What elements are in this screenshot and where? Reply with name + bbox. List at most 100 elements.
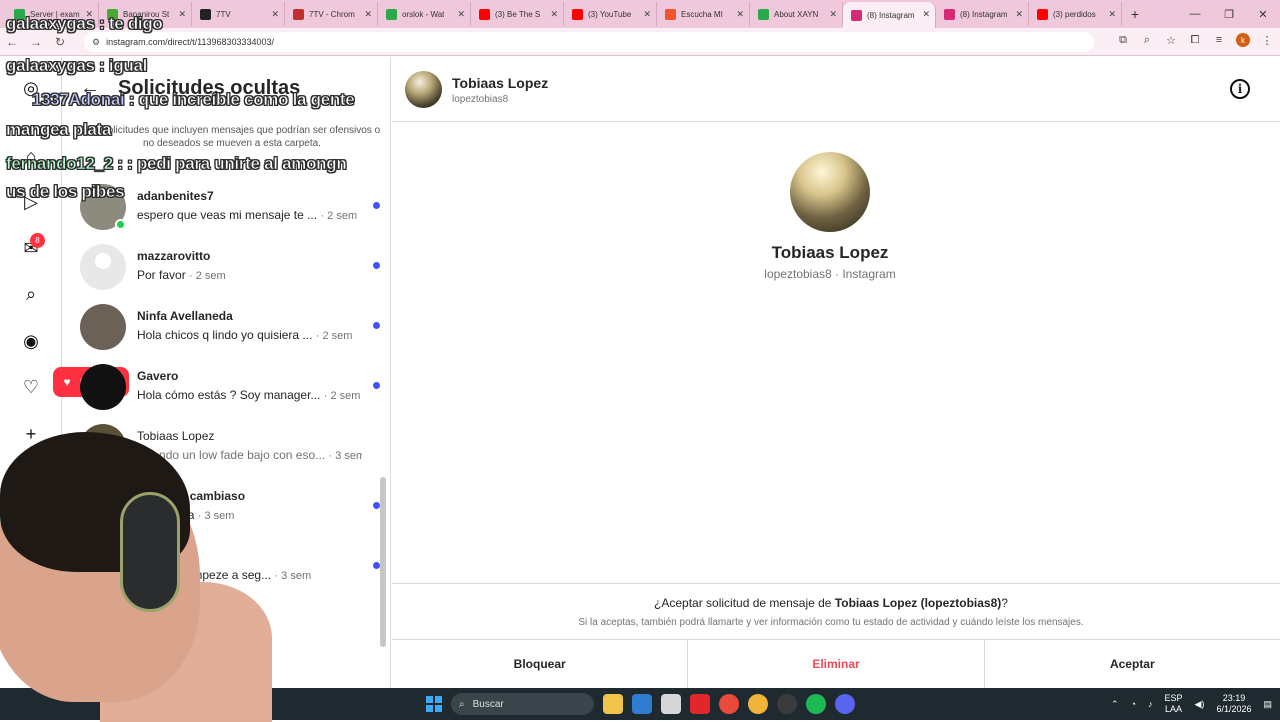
tab-close-icon[interactable]: ✕ (178, 9, 186, 20)
taskbar-apps (603, 694, 855, 714)
tab-close-icon[interactable]: ✕ (829, 9, 837, 20)
taskbar-search[interactable]: ⌕ Buscar (451, 693, 594, 715)
spotify-icon[interactable] (806, 694, 826, 714)
tray-mic-icon[interactable]: ♪ (1148, 699, 1153, 709)
wps-icon[interactable] (690, 694, 710, 714)
request-question-post: ? (1001, 596, 1008, 610)
accept-button[interactable]: Aceptar (983, 640, 1280, 688)
thread-snippet-text: espero que veas mi mensaje te ... (137, 208, 318, 222)
clock-date: 6/1/2026 (1216, 704, 1252, 714)
reload-icon[interactable]: ↻ (48, 35, 72, 49)
unread-dot (373, 562, 380, 569)
tab-close-icon[interactable]: ✕ (1108, 9, 1116, 20)
tab-title: 7TV - Chrom (309, 9, 355, 19)
browser-tab[interactable]: 7TV ✕ (192, 2, 285, 26)
browser-tab[interactable]: (8) Instagram ✕ (843, 2, 936, 28)
browser-tab[interactable]: About XAYN ✕ (750, 2, 843, 26)
browser-tab[interactable]: 7TV - Chrom ✕ (285, 2, 378, 26)
browser-tab[interactable]: orslok - Wat ✕ (378, 2, 471, 26)
thread-meta: Gavero Hola cómo estás ? Soy manager... ·… (137, 368, 362, 406)
scrollbar[interactable] (380, 477, 386, 647)
url-input[interactable]: ⚙ instagram.com/direct/t/113968303334003… (84, 32, 1094, 52)
install-app-icon[interactable]: ⧉ (1116, 34, 1130, 47)
chrome-profile-icon[interactable] (748, 694, 768, 714)
thread-row[interactable]: Gavero Hola cómo estás ? Soy manager... ·… (80, 357, 380, 417)
header-username: lopeztobias8 (452, 94, 509, 105)
thread-name: Ninfa Avellaneda (137, 309, 233, 323)
thread-row[interactable]: adanbenites7 espero que veas mi mensaje t… (80, 177, 380, 237)
tab-close-icon[interactable]: ✕ (457, 9, 465, 20)
tab-favicon-icon (479, 8, 490, 20)
tab-favicon-icon (1037, 8, 1048, 20)
minimize-icon[interactable]: — (1178, 8, 1212, 20)
thread-meta: mazzarovitto Por favor · 2 sem (137, 248, 362, 286)
delete-button[interactable]: Eliminar (687, 640, 983, 688)
maximize-icon[interactable]: ❐ (1212, 8, 1246, 21)
thread-snippet: espero que veas mi mensaje te ... · 2 se… (137, 205, 362, 226)
notifications-heart-icon[interactable]: ♡ (20, 376, 42, 398)
store-icon[interactable] (632, 694, 652, 714)
headphones (120, 492, 180, 612)
thread-avatar (80, 244, 126, 290)
explore-icon[interactable]: ◉ (20, 330, 42, 352)
search-icon[interactable]: ⌕ (20, 283, 42, 305)
tab-favicon-icon (665, 8, 676, 20)
file-explorer-icon[interactable] (603, 694, 623, 714)
tab-favicon-icon (200, 8, 211, 20)
browser-tab[interactable]: Escucha MI ✕ (657, 2, 750, 26)
profile-avatar-large[interactable] (790, 152, 870, 232)
tray-wifi-icon[interactable]: ◔ (1131, 699, 1136, 709)
new-tab-button[interactable]: + (1122, 6, 1148, 22)
thread-time: · 3 sem (328, 450, 362, 462)
clock[interactable]: 23:19 6/1/2026 (1216, 693, 1251, 715)
header-name[interactable]: Tobiaas Lopez (452, 75, 548, 91)
tab-close-icon[interactable]: ✕ (1015, 9, 1023, 20)
window-controls: — ❐ ✕ (1178, 0, 1280, 28)
thread-row[interactable]: mazzarovitto Por favor · 2 sem (80, 237, 380, 297)
browser-tab[interactable]: (8) Instagram ✕ (936, 2, 1029, 26)
thread-snippet-text: Hola chicos q lindo yo quisiera ... (137, 328, 313, 342)
volume-icon[interactable]: ◀) (1195, 699, 1205, 710)
site-info-icon[interactable]: ⚙ (92, 37, 100, 48)
profile-avatar[interactable]: k (1236, 33, 1250, 47)
header-avatar[interactable] (405, 71, 442, 108)
chat-separator: : (112, 154, 128, 174)
back-icon[interactable]: ← (0, 35, 24, 49)
tab-close-icon[interactable]: ✕ (364, 9, 372, 20)
browser-menu-icon[interactable]: ⋮ (1260, 34, 1274, 47)
tray-chevron-icon[interactable]: ⌃ (1111, 699, 1119, 710)
forward-icon[interactable]: → (24, 35, 48, 49)
panel-description: Las solicitudes que incluyen mensajes qu… (83, 125, 381, 149)
tab-close-icon[interactable]: ✕ (550, 9, 558, 20)
tab-close-icon[interactable]: ✕ (736, 9, 744, 20)
chat-separator: : (94, 14, 109, 34)
request-note: Si la aceptas, también podrá llamarte y … (578, 617, 1084, 628)
block-button[interactable]: Bloquear (392, 640, 687, 688)
messages-badge: 8 (30, 233, 45, 248)
app-icon[interactable] (661, 694, 681, 714)
chrome-icon[interactable] (719, 694, 739, 714)
close-window-icon[interactable]: ✕ (1246, 8, 1280, 21)
notification-center-icon[interactable]: ▤ (1263, 699, 1272, 710)
language-indicator[interactable]: ESP LAA (1165, 693, 1183, 715)
tab-close-icon[interactable]: ✕ (922, 9, 930, 20)
tab-favicon-icon (851, 9, 862, 21)
bookmark-star-icon[interactable]: ☆ (1164, 34, 1178, 47)
tab-close-icon[interactable]: ✕ (271, 9, 279, 20)
thread-avatar (80, 304, 126, 350)
obs-icon[interactable] (777, 694, 797, 714)
thread-row[interactable]: Ninfa Avellaneda Hola chicos q lindo yo q… (80, 297, 380, 357)
chat-message: mangea plata (6, 120, 112, 140)
reading-list-icon[interactable]: ≡ (1212, 34, 1226, 46)
browser-tab[interactable]: (3) perdidos ✕ (1029, 2, 1122, 26)
extensions-icon[interactable]: ⧠ (1188, 34, 1202, 47)
chat-username: galaaxygas (6, 56, 96, 76)
chat-text: : pedi para unirte al amongn (127, 154, 347, 174)
browser-tab[interactable]: (3) Be The S ✕ (471, 2, 564, 26)
zoom-icon[interactable]: ⌕ (1140, 34, 1154, 47)
tab-close-icon[interactable]: ✕ (643, 9, 651, 20)
browser-tab[interactable]: (3) YouTube ✕ (564, 2, 657, 26)
start-button[interactable] (426, 696, 442, 712)
discord-icon[interactable] (835, 694, 855, 714)
info-icon[interactable]: i (1230, 79, 1250, 99)
